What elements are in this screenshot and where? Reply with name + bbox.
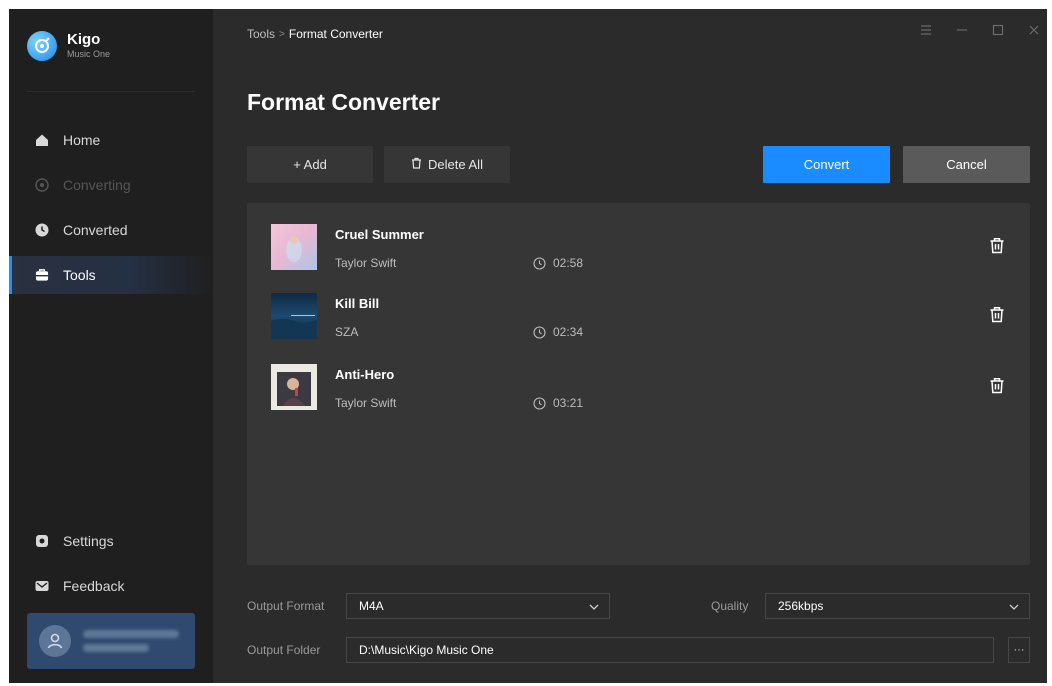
sidebar-item-feedback[interactable]: Feedback xyxy=(9,567,213,605)
sidebar-item-home[interactable]: Home xyxy=(9,121,213,159)
add-button[interactable]: + Add xyxy=(247,146,373,183)
gear-icon xyxy=(35,534,49,548)
song-title: Cruel Summer xyxy=(335,227,424,242)
main-content: Tools > Format Converter Format Converte… xyxy=(213,9,1047,683)
sidebar-item-converted[interactable]: Converted xyxy=(9,211,213,249)
page-title: Format Converter xyxy=(247,89,440,115)
output-folder-label: Output Folder xyxy=(247,643,321,657)
toolbox-icon xyxy=(35,268,49,282)
add-button-label: + Add xyxy=(293,157,327,172)
quality-label: Quality xyxy=(711,599,749,613)
list-item[interactable]: Kill Bill SZA 02:34 xyxy=(247,293,1030,357)
app-name: Kigo xyxy=(67,31,101,48)
clock-icon xyxy=(533,325,546,339)
trash-icon xyxy=(411,157,422,172)
breadcrumb-current: Format Converter xyxy=(288,27,383,41)
clock-icon xyxy=(35,223,49,237)
sidebar-item-label: Converted xyxy=(63,222,128,238)
song-title: Anti-Hero xyxy=(335,367,395,382)
delete-all-label: Delete All xyxy=(428,157,483,172)
sidebar-item-converting[interactable]: Converting xyxy=(9,166,213,204)
album-cover-image xyxy=(271,364,317,410)
chevron-down-icon xyxy=(589,599,599,613)
redacted-account-info xyxy=(83,630,179,652)
output-format-label: Output Format xyxy=(247,599,325,613)
delete-song-trash-icon[interactable] xyxy=(988,305,1006,323)
sidebar-item-label: Converting xyxy=(63,177,131,193)
close-icon[interactable] xyxy=(1027,23,1041,37)
list-item[interactable]: Anti-Hero Taylor Swift 03:21 xyxy=(247,364,1030,428)
convert-label: Convert xyxy=(803,157,850,172)
delete-song-trash-icon[interactable] xyxy=(988,236,1006,254)
brand: Kigo Music One xyxy=(27,31,110,61)
converting-icon xyxy=(35,178,49,192)
maximize-icon[interactable] xyxy=(991,23,1005,37)
output-format-value: M4A xyxy=(359,599,384,613)
home-icon xyxy=(35,133,49,147)
cancel-button[interactable]: Cancel xyxy=(903,146,1030,183)
app-window: Kigo Music One Home Converting Converted xyxy=(9,9,1047,683)
sidebar-item-label: Feedback xyxy=(63,578,125,594)
duration-value: 02:58 xyxy=(553,256,584,270)
convert-button[interactable]: Convert xyxy=(763,146,890,183)
song-duration: 02:58 xyxy=(533,256,583,270)
quality-select[interactable]: 256kbps xyxy=(765,593,1030,619)
breadcrumb-parent[interactable]: Tools xyxy=(247,27,275,41)
window-controls xyxy=(919,23,1041,37)
song-list: Cruel Summer Taylor Swift 02:58 Kill Bil… xyxy=(247,203,1030,565)
sidebar-item-label: Tools xyxy=(63,267,96,283)
duration-value: 02:34 xyxy=(553,325,584,339)
duration-value: 03:21 xyxy=(553,396,584,410)
album-cover-image xyxy=(271,293,317,339)
clock-icon xyxy=(533,396,546,410)
breadcrumb: Tools > Format Converter xyxy=(247,27,383,41)
song-artist: SZA xyxy=(335,325,359,339)
song-duration: 03:21 xyxy=(533,396,583,410)
song-artist: Taylor Swift xyxy=(335,256,397,270)
breadcrumb-separator: > xyxy=(279,28,285,40)
cancel-label: Cancel xyxy=(946,157,987,172)
sidebar: Kigo Music One Home Converting Converted xyxy=(9,9,213,683)
menu-icon[interactable] xyxy=(919,23,933,37)
user-account-card[interactable] xyxy=(27,613,195,669)
browse-folder-button[interactable]: ··· xyxy=(1008,637,1030,663)
delete-all-button[interactable]: Delete All xyxy=(384,146,510,183)
clock-icon xyxy=(533,256,546,270)
sidebar-item-tools[interactable]: Tools xyxy=(9,256,213,294)
album-cover-image xyxy=(271,224,317,270)
song-title: Kill Bill xyxy=(335,296,380,311)
quality-value: 256kbps xyxy=(778,599,824,613)
output-folder-field[interactable]: D:\Music\Kigo Music One xyxy=(346,637,994,663)
sidebar-item-settings[interactable]: Settings xyxy=(9,522,213,560)
delete-song-trash-icon[interactable] xyxy=(988,376,1006,394)
avatar xyxy=(39,625,71,657)
minimize-icon[interactable] xyxy=(955,23,969,37)
chevron-down-icon xyxy=(1009,599,1019,613)
song-artist: Taylor Swift xyxy=(335,396,397,410)
song-duration: 02:34 xyxy=(533,325,583,339)
user-icon xyxy=(47,633,63,649)
list-item[interactable]: Cruel Summer Taylor Swift 02:58 xyxy=(247,224,1030,288)
mail-icon xyxy=(35,579,49,593)
kigo-logo-icon xyxy=(27,31,57,61)
output-format-select[interactable]: M4A xyxy=(346,593,610,619)
sidebar-item-label: Home xyxy=(63,132,101,148)
more-icon: ··· xyxy=(1013,644,1025,656)
brand-divider xyxy=(27,91,195,92)
output-folder-value: D:\Music\Kigo Music One xyxy=(359,643,494,657)
sidebar-item-label: Settings xyxy=(63,533,114,549)
app-subtitle: Music One xyxy=(67,49,111,59)
